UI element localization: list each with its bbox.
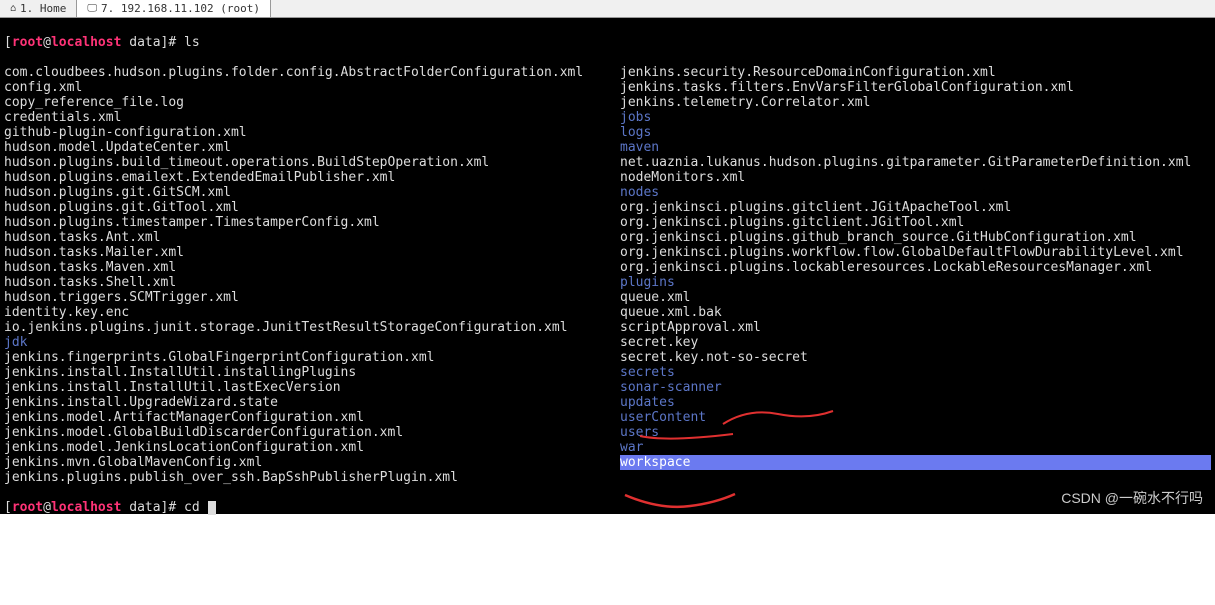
directory-item: users: [620, 425, 1211, 440]
file-item: net.uaznia.lukanus.hudson.plugins.gitpar…: [620, 155, 1211, 170]
command: cd: [184, 500, 207, 515]
home-icon: ⌂: [10, 3, 16, 14]
file-item: hudson.tasks.Mailer.xml: [4, 245, 620, 260]
tab-label: 7. 192.168.11.102 (root): [101, 2, 260, 15]
file-item: jenkins.telemetry.Correlator.xml: [620, 95, 1211, 110]
file-item: credentials.xml: [4, 110, 620, 125]
file-item: hudson.plugins.git.GitSCM.xml: [4, 185, 620, 200]
file-item: github-plugin-configuration.xml: [4, 125, 620, 140]
directory-item: userContent: [620, 410, 1211, 425]
directory-item: maven: [620, 140, 1211, 155]
directory-item: war: [620, 440, 1211, 455]
file-item: hudson.triggers.SCMTrigger.xml: [4, 290, 620, 305]
directory-item: nodes: [620, 185, 1211, 200]
file-item: queue.xml.bak: [620, 305, 1211, 320]
terminal-icon: 🖵: [87, 3, 97, 14]
file-item: secret.key: [620, 335, 1211, 350]
prompt-host: localhost: [51, 500, 121, 515]
file-item: jenkins.mvn.GlobalMavenConfig.xml: [4, 455, 620, 470]
file-item: jenkins.install.InstallUtil.installingPl…: [4, 365, 620, 380]
tab-home[interactable]: ⌂ 1. Home: [0, 0, 77, 17]
file-item: jenkins.model.JenkinsLocationConfigurati…: [4, 440, 620, 455]
file-item: identity.key.enc: [4, 305, 620, 320]
file-item: hudson.plugins.emailext.ExtendedEmailPub…: [4, 170, 620, 185]
prompt-path: data]#: [121, 35, 184, 50]
file-item: secret.key.not-so-secret: [620, 350, 1211, 365]
file-item: jenkins.security.ResourceDomainConfigura…: [620, 65, 1211, 80]
command: ls: [184, 35, 200, 50]
tab-label: 1. Home: [20, 2, 66, 15]
file-item: jenkins.model.GlobalBuildDiscarderConfig…: [4, 425, 620, 440]
prompt-user: root: [12, 500, 43, 515]
file-item: org.jenkinsci.plugins.github_branch_sour…: [620, 230, 1211, 245]
watermark: CSDN @一碗水不行吗: [1061, 488, 1203, 508]
cursor: [208, 501, 216, 515]
file-item: org.jenkinsci.plugins.gitclient.JGitTool…: [620, 215, 1211, 230]
file-item: config.xml: [4, 80, 620, 95]
file-item: jenkins.install.InstallUtil.lastExecVers…: [4, 380, 620, 395]
directory-item: jdk: [4, 335, 620, 350]
prompt-path: data]#: [121, 500, 184, 515]
file-item: io.jenkins.plugins.junit.storage.JunitTe…: [4, 320, 620, 335]
file-item: org.jenkinsci.plugins.workflow.flow.Glob…: [620, 245, 1211, 260]
file-item: com.cloudbees.hudson.plugins.folder.conf…: [4, 65, 620, 80]
file-item: hudson.tasks.Shell.xml: [4, 275, 620, 290]
prompt-user: root: [12, 35, 43, 50]
prompt-line: [root@localhost data]# ls: [4, 35, 1211, 50]
file-item: copy_reference_file.log: [4, 95, 620, 110]
prompt-line: [root@localhost data]# cd: [4, 500, 1211, 515]
directory-item: jobs: [620, 110, 1211, 125]
file-item: org.jenkinsci.plugins.lockableresources.…: [620, 260, 1211, 275]
file-item: hudson.tasks.Ant.xml: [4, 230, 620, 245]
file-item: jenkins.model.ArtifactManagerConfigurati…: [4, 410, 620, 425]
file-item: hudson.plugins.build_timeout.operations.…: [4, 155, 620, 170]
file-item: jenkins.fingerprints.GlobalFingerprintCo…: [4, 350, 620, 365]
directory-item: plugins: [620, 275, 1211, 290]
file-item: hudson.tasks.Maven.xml: [4, 260, 620, 275]
directory-item: updates: [620, 395, 1211, 410]
file-item: hudson.plugins.timestamper.TimestamperCo…: [4, 215, 620, 230]
tab-bar: ⌂ 1. Home 🖵 7. 192.168.11.102 (root): [0, 0, 1215, 18]
file-item: queue.xml: [620, 290, 1211, 305]
terminal-output[interactable]: [root@localhost data]# ls com.cloudbees.…: [0, 18, 1215, 514]
file-item: jenkins.install.UpgradeWizard.state: [4, 395, 620, 410]
file-item: scriptApproval.xml: [620, 320, 1211, 335]
directory-item: secrets: [620, 365, 1211, 380]
directory-item: workspace: [620, 455, 1211, 470]
file-item: hudson.model.UpdateCenter.xml: [4, 140, 620, 155]
directory-item: sonar-scanner: [620, 380, 1211, 395]
file-item: nodeMonitors.xml: [620, 170, 1211, 185]
file-item: hudson.plugins.git.GitTool.xml: [4, 200, 620, 215]
prompt-host: localhost: [51, 35, 121, 50]
file-item: jenkins.tasks.filters.EnvVarsFilterGloba…: [620, 80, 1211, 95]
file-item: jenkins.plugins.publish_over_ssh.BapSshP…: [4, 470, 620, 485]
directory-item: logs: [620, 125, 1211, 140]
tab-ssh-session[interactable]: 🖵 7. 192.168.11.102 (root): [77, 0, 271, 17]
file-item: org.jenkinsci.plugins.gitclient.JGitApac…: [620, 200, 1211, 215]
file-listing: com.cloudbees.hudson.plugins.folder.conf…: [4, 65, 1211, 485]
